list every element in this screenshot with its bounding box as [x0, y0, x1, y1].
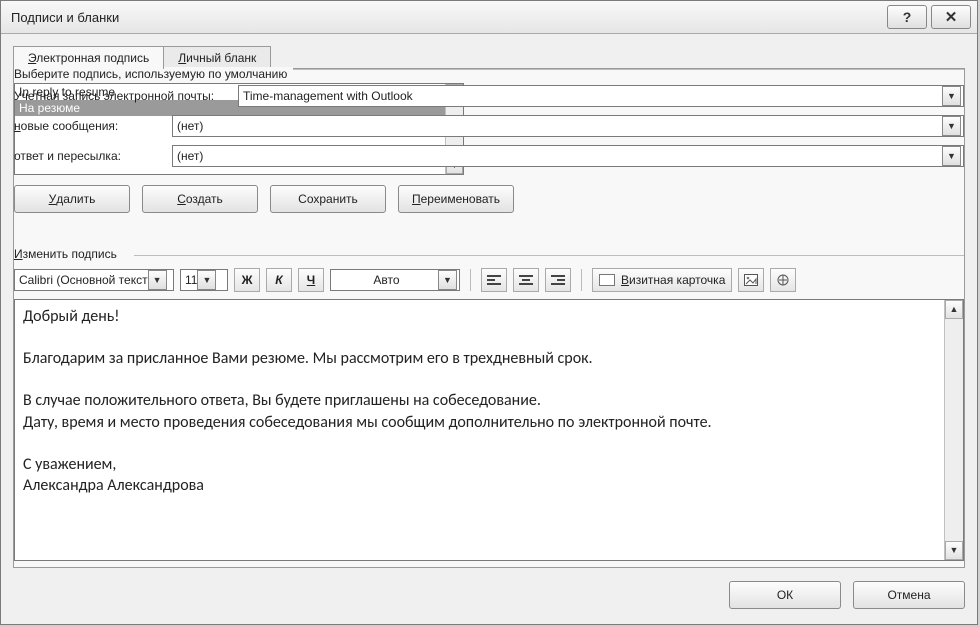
- tab-email-signature[interactable]: Электронная подпись: [13, 46, 164, 69]
- align-right-icon: [551, 275, 565, 285]
- chevron-down-icon[interactable]: ▼: [197, 270, 216, 290]
- font-size-combo[interactable]: 11 ▼: [180, 269, 228, 291]
- editor-line: В случае положительного ответа, Вы будет…: [23, 390, 935, 411]
- editor-scrollbar[interactable]: ▲ ▼: [944, 300, 963, 560]
- help-button[interactable]: ?: [887, 5, 927, 29]
- row-new-messages: новые сообщения: (нет) ▼: [14, 115, 964, 137]
- bold-button[interactable]: Ж: [234, 268, 260, 292]
- toolbar-separator: [470, 269, 471, 291]
- new-messages-label: новые сообщения:: [14, 119, 172, 133]
- cancel-button[interactable]: Отмена: [853, 581, 965, 609]
- new-button[interactable]: Создать: [142, 185, 258, 213]
- align-right-button[interactable]: [545, 268, 571, 292]
- reply-forward-combo[interactable]: (нет) ▼: [172, 145, 964, 167]
- font-color-combo[interactable]: Авто ▼: [330, 269, 460, 291]
- ok-button[interactable]: ОК: [729, 581, 841, 609]
- align-left-icon: [487, 275, 501, 285]
- signature-editor[interactable]: Добрый день! Благодарим за присланное Ва…: [14, 299, 964, 561]
- editor-line: Дату, время и место проведения собеседов…: [23, 412, 935, 433]
- align-center-icon: [519, 275, 533, 285]
- chevron-down-icon[interactable]: ▼: [438, 270, 457, 290]
- editor-line: [23, 327, 935, 348]
- group-default-legend: Выберите подпись, используемую по умолча…: [14, 67, 293, 81]
- window-title: Подписи и бланки: [11, 10, 883, 25]
- editor-line: [23, 369, 935, 390]
- italic-button[interactable]: К: [266, 268, 292, 292]
- tab-strip: Электронная подпись Личный бланк: [13, 43, 965, 69]
- format-toolbar: Calibri (Основной текст ▼ 11 ▼ Ж К Ч Авт…: [14, 267, 964, 293]
- rename-button[interactable]: Переименовать: [398, 185, 514, 213]
- save-button[interactable]: Сохранить: [270, 185, 386, 213]
- picture-icon: [744, 274, 758, 286]
- row-account: Учетная запись электронной почты: Time-m…: [14, 85, 964, 107]
- business-card-button[interactable]: Визитная карточка: [592, 268, 732, 292]
- insert-picture-button[interactable]: [738, 268, 764, 292]
- editor-line: С уважением,: [23, 454, 935, 475]
- new-messages-combo[interactable]: (нет) ▼: [172, 115, 964, 137]
- align-center-button[interactable]: [513, 268, 539, 292]
- delete-button[interactable]: Удалить: [14, 185, 130, 213]
- account-combo[interactable]: Time-management with Outlook ▼: [238, 85, 964, 107]
- chevron-down-icon[interactable]: ▼: [148, 270, 167, 290]
- business-card-icon: [599, 274, 615, 286]
- editor-line: Добрый день!: [23, 306, 935, 327]
- dialog-signatures: Подписи и бланки ? ✕ Электронная подпись…: [0, 0, 978, 625]
- dialog-body: Электронная подпись Личный бланк Выберит…: [13, 43, 965, 612]
- chevron-down-icon[interactable]: ▼: [942, 86, 961, 106]
- reply-forward-label: ответ и пересылка:: [14, 149, 172, 163]
- editor-line: Благодарим за присланное Вами резюме. Мы…: [23, 348, 935, 369]
- scroll-up-icon[interactable]: ▲: [945, 300, 963, 319]
- titlebar: Подписи и бланки ? ✕: [1, 1, 977, 34]
- tab-personal-stationery[interactable]: Личный бланк: [163, 46, 271, 69]
- group-edit-legend: Изменить подпись: [14, 247, 123, 261]
- chevron-down-icon[interactable]: ▼: [942, 116, 961, 136]
- scroll-down-icon[interactable]: ▼: [945, 541, 963, 560]
- group-edit-signature: Изменить подпись Calibri (Основной текст…: [14, 249, 964, 561]
- tab-panel: Выберите подпись для изменения In reply …: [13, 68, 965, 568]
- align-left-button[interactable]: [481, 268, 507, 292]
- insert-hyperlink-button[interactable]: [770, 268, 796, 292]
- dialog-footer: ОК Отмена: [729, 578, 965, 612]
- close-button[interactable]: ✕: [931, 5, 971, 29]
- underline-button[interactable]: Ч: [298, 268, 324, 292]
- link-icon: [776, 273, 790, 287]
- account-label: Учетная запись электронной почты:: [14, 89, 238, 103]
- row-reply-forward: ответ и пересылка: (нет) ▼: [14, 145, 964, 167]
- signature-buttons: Удалить Создать Сохранить Переименовать: [14, 185, 514, 213]
- editor-line: Александра Александрова: [23, 475, 935, 496]
- editor-line: [23, 433, 935, 454]
- chevron-down-icon[interactable]: ▼: [942, 146, 961, 166]
- toolbar-separator: [581, 269, 582, 291]
- font-family-combo[interactable]: Calibri (Основной текст ▼: [14, 269, 174, 291]
